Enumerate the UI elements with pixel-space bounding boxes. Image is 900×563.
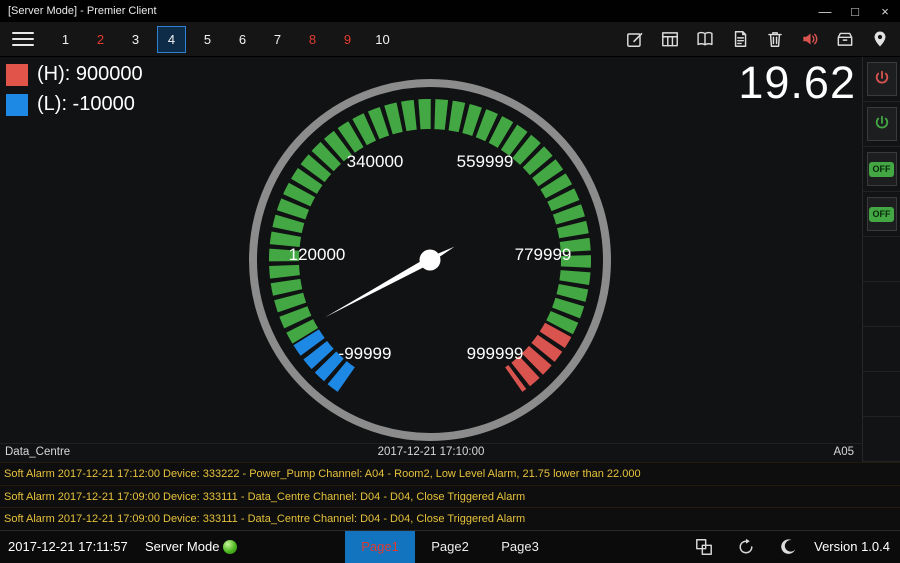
tab-5[interactable]: 5 bbox=[190, 22, 225, 56]
side-cell bbox=[863, 57, 900, 102]
legend-low: (L): -10000 bbox=[6, 93, 143, 116]
side-cell-empty bbox=[863, 237, 900, 282]
gauge-legend: (H): 900000 (L): -10000 bbox=[6, 63, 143, 123]
windows-icon[interactable] bbox=[694, 537, 714, 557]
page-tab-page3[interactable]: Page3 bbox=[485, 531, 555, 563]
sync-icon[interactable] bbox=[736, 537, 756, 557]
gauge-tick-label: 999999 bbox=[467, 344, 524, 363]
book-icon[interactable] bbox=[695, 29, 715, 49]
status-timestamp: 2017-12-21 17:11:57 bbox=[8, 531, 128, 563]
status-icons bbox=[694, 537, 798, 557]
page-tab-page1[interactable]: Page1 bbox=[345, 531, 415, 563]
legend-high: (H): 900000 bbox=[6, 63, 143, 86]
page-tab-page2[interactable]: Page2 bbox=[415, 531, 485, 563]
side-button-column: OFF OFF bbox=[862, 57, 900, 462]
tab-3[interactable]: 3 bbox=[118, 22, 153, 56]
gauge-tick-label: 340000 bbox=[347, 152, 404, 171]
channel-label: A05 bbox=[834, 446, 854, 458]
server-mode-label: Server Mode bbox=[145, 531, 219, 563]
menu-icon[interactable] bbox=[12, 32, 34, 46]
grid-icon[interactable] bbox=[660, 29, 680, 49]
trash-icon[interactable] bbox=[765, 29, 785, 49]
low-color-swatch bbox=[6, 94, 28, 116]
alarm-row[interactable]: Soft Alarm 2017-12-21 17:09:00 Device: 3… bbox=[0, 485, 900, 508]
toggle-off-label: OFF bbox=[869, 207, 894, 222]
gauge-tick-label: 120000 bbox=[289, 245, 346, 264]
window-title: [Server Mode] - Premier Client bbox=[8, 5, 157, 17]
side-cell-empty bbox=[863, 417, 900, 462]
tab-8[interactable]: 8 bbox=[295, 22, 330, 56]
device-name: Data_Centre bbox=[5, 446, 70, 458]
status-bar: 2017-12-21 17:11:57 Server Mode Page1 Pa… bbox=[0, 530, 900, 563]
toggle-off-button-2[interactable]: OFF bbox=[867, 197, 897, 231]
gauge-timestamp: 2017-12-21 17:10:00 bbox=[378, 446, 485, 458]
gauge-hub bbox=[420, 250, 441, 271]
tab-4[interactable]: 4 bbox=[157, 26, 186, 53]
server-mode-indicator bbox=[223, 540, 237, 554]
side-cell-empty bbox=[863, 282, 900, 327]
window-controls: — □ × bbox=[810, 0, 900, 22]
minimize-button[interactable]: — bbox=[810, 0, 840, 22]
titlebar: [Server Mode] - Premier Client — □ × bbox=[0, 0, 900, 22]
low-limit-label: (L): -10000 bbox=[37, 93, 135, 116]
alarm-list: Soft Alarm 2017-12-21 17:12:00 Device: 3… bbox=[0, 462, 900, 530]
gauge-tick-label: -99999 bbox=[339, 344, 392, 363]
current-value: 19.62 bbox=[738, 57, 856, 109]
archive-icon[interactable] bbox=[835, 29, 855, 49]
side-cell-empty bbox=[863, 372, 900, 417]
gauge-tick-label: 559999 bbox=[457, 152, 514, 171]
bottom-page-tabs: Page1 Page2 Page3 bbox=[345, 531, 555, 563]
tab-6[interactable]: 6 bbox=[225, 22, 260, 56]
gauge-panel: (H): 900000 (L): -10000 19.62 -99999 120… bbox=[0, 57, 862, 462]
document-icon[interactable] bbox=[730, 29, 750, 49]
moon-icon[interactable] bbox=[778, 537, 798, 557]
tab-9[interactable]: 9 bbox=[330, 22, 365, 56]
high-limit-label: (H): 900000 bbox=[37, 63, 143, 86]
gauge-tick-label: 779999 bbox=[515, 245, 572, 264]
gauge: -99999 120000 340000 559999 779999 99999… bbox=[240, 70, 620, 450]
toggle-off-label: OFF bbox=[869, 162, 894, 177]
page-tabs: 1 2 3 4 5 6 7 8 9 10 bbox=[48, 22, 400, 56]
tab-10[interactable]: 10 bbox=[365, 22, 400, 56]
side-cell: OFF bbox=[863, 192, 900, 237]
side-cell: OFF bbox=[863, 147, 900, 192]
location-icon[interactable] bbox=[870, 29, 890, 49]
tab-2[interactable]: 2 bbox=[83, 22, 118, 56]
gauge-footer: Data_Centre 2017-12-21 17:10:00 A05 bbox=[0, 443, 862, 462]
toggle-off-button-1[interactable]: OFF bbox=[867, 152, 897, 186]
edit-icon[interactable] bbox=[625, 29, 645, 49]
high-color-swatch bbox=[6, 64, 28, 86]
maximize-button[interactable]: □ bbox=[840, 0, 870, 22]
tab-7[interactable]: 7 bbox=[260, 22, 295, 56]
power-off-button[interactable] bbox=[867, 107, 897, 141]
gauge-arc-normal bbox=[284, 114, 576, 336]
power-on-button[interactable] bbox=[867, 62, 897, 96]
side-cell bbox=[863, 102, 900, 147]
alarm-row[interactable]: Soft Alarm 2017-12-21 17:12:00 Device: 3… bbox=[0, 462, 900, 485]
tab-1[interactable]: 1 bbox=[48, 22, 83, 56]
toolbar-icons bbox=[625, 29, 890, 49]
alarm-row[interactable]: Soft Alarm 2017-12-21 17:09:00 Device: 3… bbox=[0, 507, 900, 530]
speaker-icon[interactable] bbox=[800, 29, 820, 49]
version-label: Version 1.0.4 bbox=[814, 531, 890, 563]
toolbar: 1 2 3 4 5 6 7 8 9 10 bbox=[0, 22, 900, 57]
side-cell-empty bbox=[863, 327, 900, 372]
close-button[interactable]: × bbox=[870, 0, 900, 22]
